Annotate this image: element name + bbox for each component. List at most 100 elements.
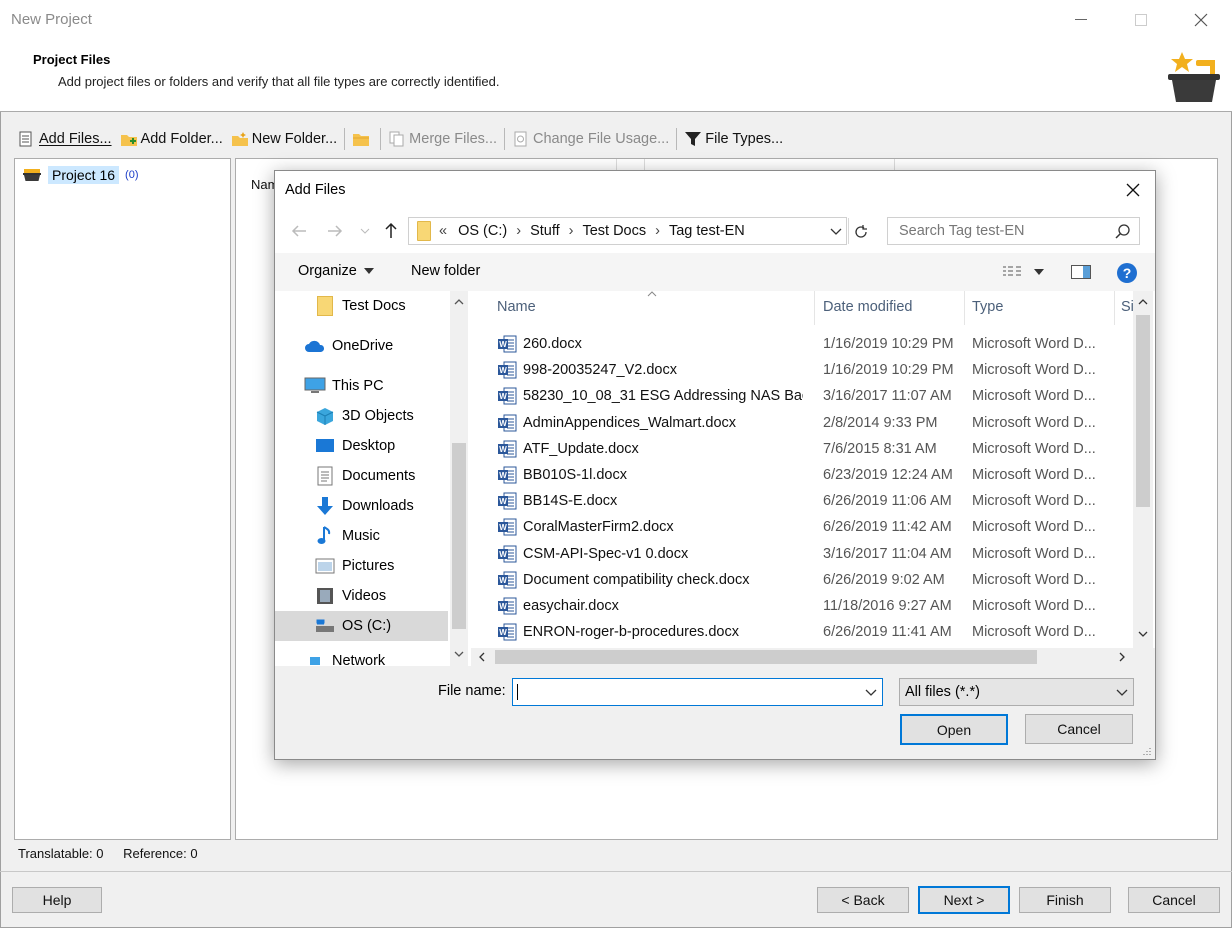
file-list-scrollbar[interactable] [1133,291,1153,648]
nav-item-network[interactable]: Network [275,651,448,666]
file-row[interactable]: W ATF_Update.docx 7/6/2015 8:31 AM Microsof… [471,436,1111,462]
open-button[interactable]: Open [900,714,1008,745]
change-file-usage-button[interactable]: Change File Usage... [508,125,673,153]
word-document-icon: W [498,387,517,405]
finish-button[interactable]: Finish [1019,887,1111,913]
scroll-left-icon[interactable] [479,652,485,662]
file-date: 6/26/2019 11:06 AM [823,493,952,510]
breadcrumb-test-docs[interactable]: Test Docs [582,223,646,239]
nav-item-downloads[interactable]: Downloads [275,491,448,521]
breadcrumb-stuff[interactable]: Stuff [530,223,560,239]
word-document-icon: W [498,545,517,563]
nav-item-documents[interactable]: Documents [275,461,448,491]
add-files-button[interactable]: Add Files... [14,125,116,153]
scroll-down-icon[interactable] [1138,631,1148,637]
dialog-cancel-button[interactable]: Cancel [1025,714,1133,744]
nav-scrollbar[interactable] [450,291,468,666]
forward-arrow-icon[interactable] [327,224,343,238]
file-date: 6/23/2019 12:24 AM [823,467,953,483]
open-folder-button[interactable] [348,125,377,153]
network-icon [310,657,320,665]
nav-item-this-pc[interactable]: This PC [275,371,448,401]
column-header-type[interactable]: Type [972,299,1003,315]
nav-item-pictures[interactable]: Pictures [275,551,448,581]
file-row[interactable]: W 260.docx 1/16/2019 10:29 PM Microsoft Wor… [471,331,1111,357]
file-types-button[interactable]: File Types... [680,125,787,153]
organize-button[interactable]: Organize [298,263,374,279]
nav-scrollbar-thumb[interactable] [452,443,466,629]
view-dropdown-icon[interactable] [1034,269,1044,275]
merge-icon [389,131,404,147]
nav-item-3d-objects[interactable]: 3D Objects [275,401,448,431]
file-row[interactable]: W 998-20035247_V2.docx 1/16/2019 10:29 PM M… [471,357,1111,383]
file-row[interactable]: W 58230_10_08_31 ESG Addressing NAS Bac..… [471,383,1111,409]
file-row[interactable]: Weasychair.docx 11/18/2016 9:27 AM Microso… [471,593,1111,619]
column-header-name[interactable]: Name [497,299,536,315]
tree-item-project[interactable]: Project 16 (0) [23,166,139,184]
hscrollbar-thumb[interactable] [495,650,1037,664]
address-bar[interactable]: « OS (C:) › Stuff › Test Docs › Tag test… [408,217,867,245]
back-arrow-icon[interactable] [291,224,307,238]
svg-text:W: W [499,628,507,637]
help-icon[interactable]: ? [1116,262,1138,284]
refresh-icon[interactable] [853,224,869,240]
file-row[interactable]: W ENRON-roger-b-procedures.docx 6/26/2019 … [471,619,1111,645]
back-button[interactable]: < Back [817,887,909,913]
search-icon [1115,224,1130,239]
new-folder-button[interactable]: New Folder... [227,125,341,153]
file-name-input[interactable] [512,678,883,706]
file-date: 6/26/2019 9:02 AM [823,571,945,588]
file-type: Microsoft Word D... [972,493,1096,510]
file-name-dropdown-icon[interactable] [865,689,877,697]
dialog-title: Add Files [285,182,346,198]
file-type-filter[interactable]: All files (*.*) [899,678,1134,706]
merge-files-button[interactable]: Merge Files... [384,125,501,153]
recent-locations-chevron-icon[interactable] [360,228,370,234]
preview-pane-icon[interactable] [1071,265,1091,279]
new-folder-dialog-button[interactable]: New folder [411,263,480,279]
cancel-button[interactable]: Cancel [1128,887,1220,913]
address-dropdown-icon[interactable] [830,228,842,236]
scroll-up-icon[interactable] [1138,299,1148,305]
nav-item-videos[interactable]: Videos [275,581,448,611]
file-date: 7/6/2015 8:31 AM [823,440,937,457]
breadcrumb-tag-test[interactable]: Tag test-EN [669,223,745,239]
minimize-button[interactable] [1058,0,1104,40]
nav-item-onedrive[interactable]: OneDrive [275,331,448,361]
file-row[interactable]: W BB14S-E.docx 6/26/2019 11:06 AM Microsoft… [471,488,1111,514]
file-row[interactable]: W CSM-API-Spec-v1 0.docx 3/16/2017 11:04 A… [471,541,1111,567]
dialog-close-button[interactable] [1119,177,1147,203]
resize-grip-icon[interactable] [1139,745,1151,757]
next-button[interactable]: Next > [918,886,1010,914]
add-folder-button[interactable]: Add Folder... [116,125,227,153]
nav-item-music[interactable]: Music [275,521,448,551]
file-name: AdminAppendices_Walmart.docx [523,414,737,431]
up-arrow-icon[interactable] [384,222,398,239]
search-input[interactable]: Search Tag test-EN [887,217,1140,245]
file-list-scrollbar-thumb[interactable] [1136,315,1150,507]
file-list-hscrollbar[interactable] [471,648,1155,666]
breadcrumb-os[interactable]: OS (C:) [458,223,507,239]
nav-item-test-docs[interactable]: Test Docs [275,291,448,321]
help-button[interactable]: Help [12,887,102,913]
scroll-down-icon[interactable] [454,651,464,657]
file-row[interactable]: W BB010S-1l.docx 6/23/2019 12:24 AM Microso… [471,462,1111,488]
file-name: 260.docx [523,336,582,352]
close-button[interactable] [1178,0,1224,40]
nav-item-os-c[interactable]: OS (C:) [275,611,448,641]
file-row[interactable]: W Document compatibility check.docx 6/26/2… [471,567,1111,593]
nav-item-desktop[interactable]: Desktop [275,431,448,461]
svg-text:W: W [499,471,507,480]
column-header-date[interactable]: Date modified [823,299,912,315]
page-subtitle: Add project files or folders and verify … [58,74,500,89]
file-date: 1/16/2019 10:29 PM [823,336,954,352]
overflow-icon[interactable]: « [439,223,447,239]
file-date: 6/26/2019 11:42 AM [823,519,952,536]
scroll-up-icon[interactable] [454,299,464,305]
file-row[interactable]: W CoralMasterFirm2.docx 6/26/2019 11:42 AM… [471,514,1111,540]
file-row[interactable]: W AdminAppendices_Walmart.docx 2/8/2014 9:… [471,410,1111,436]
project-icon [23,169,41,181]
view-options-icon[interactable] [1002,265,1024,279]
scroll-right-icon[interactable] [1119,652,1125,662]
maximize-button[interactable] [1118,0,1164,40]
